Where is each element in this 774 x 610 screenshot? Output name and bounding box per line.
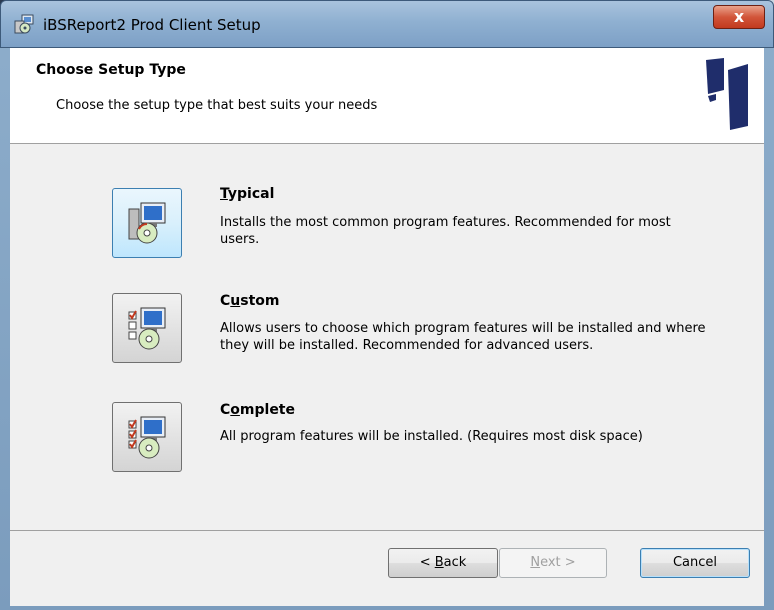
setup-window: iBSReport2 Prod Client Setup x Choose Se… bbox=[0, 0, 774, 610]
back-prefix: < bbox=[419, 555, 435, 570]
page-title: Choose Setup Type bbox=[36, 62, 186, 78]
custom-option-description: Allows users to choose which program fea… bbox=[220, 321, 706, 353]
title-bar[interactable]: iBSReport2 Prod Client Setup x bbox=[0, 0, 774, 48]
typical-option-title: Typical bbox=[220, 186, 274, 202]
complete-mnemonic: o bbox=[230, 402, 240, 418]
page-subtitle: Choose the setup type that best suits yo… bbox=[56, 98, 378, 113]
complete-title-prefix: C bbox=[220, 402, 231, 418]
ibs-logo-icon bbox=[706, 58, 748, 130]
typical-option-description: Installs the most common program feature… bbox=[220, 215, 671, 247]
custom-mnemonic: u bbox=[230, 293, 241, 309]
window-title: iBSReport2 Prod Client Setup bbox=[43, 16, 261, 34]
back-label: ack bbox=[443, 555, 467, 570]
custom-title-text: stom bbox=[240, 293, 280, 309]
typical-option-button[interactable] bbox=[112, 188, 182, 258]
custom-option-button[interactable] bbox=[112, 293, 182, 363]
back-mnemonic: B bbox=[434, 555, 444, 570]
complete-setup-icon bbox=[128, 416, 166, 459]
installer-app-icon bbox=[14, 14, 34, 34]
next-button[interactable]: Next > bbox=[499, 548, 607, 578]
complete-option-title: Complete bbox=[220, 402, 295, 418]
complete-option-description: All program features will be installed. … bbox=[220, 429, 643, 444]
custom-option-title: Custom bbox=[220, 293, 279, 309]
typical-title-text: ypical bbox=[227, 186, 275, 202]
typical-setup-icon bbox=[128, 202, 166, 244]
back-button[interactable]: < Back bbox=[388, 548, 498, 578]
typical-mnemonic: T bbox=[220, 186, 228, 202]
header-banner: Choose Setup Type Choose the setup type … bbox=[10, 48, 764, 144]
complete-option-button[interactable] bbox=[112, 402, 182, 472]
custom-title-prefix: C bbox=[220, 293, 231, 309]
cancel-button[interactable]: Cancel bbox=[640, 548, 750, 578]
custom-setup-icon bbox=[128, 307, 166, 350]
complete-title-text: mplete bbox=[239, 402, 295, 418]
close-button[interactable]: x bbox=[713, 5, 765, 29]
next-label: ext > bbox=[540, 555, 576, 570]
next-mnemonic: N bbox=[530, 555, 541, 570]
close-icon: x bbox=[733, 7, 745, 26]
